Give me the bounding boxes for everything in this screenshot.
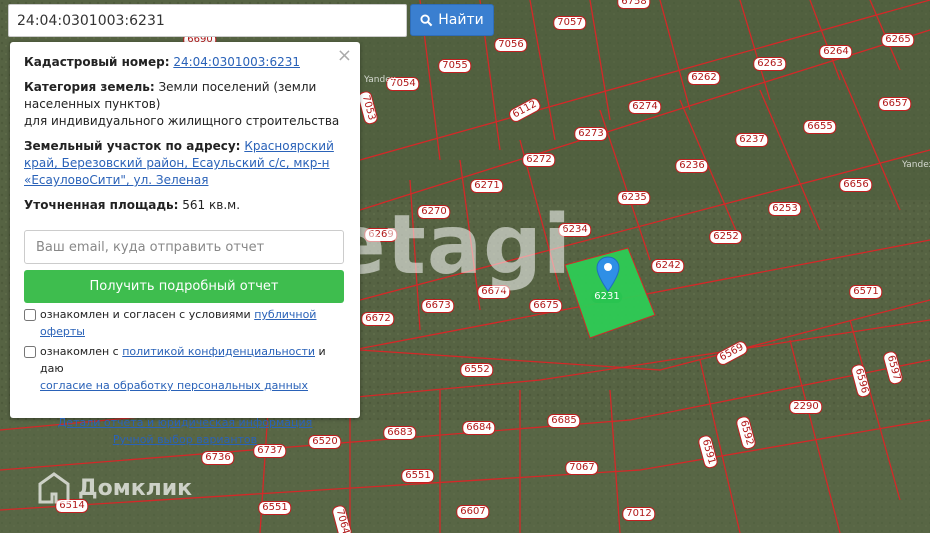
parcel-label[interactable]: 6552 — [460, 363, 494, 377]
parcel-label[interactable]: 6607 — [456, 505, 490, 519]
parcel-label[interactable]: 6252 — [709, 230, 743, 244]
parcel-label[interactable]: 7056 — [494, 38, 528, 52]
privacy-policy-link[interactable]: политикой конфиденциальности — [122, 345, 315, 358]
parcel-label[interactable]: 6551 — [258, 501, 292, 515]
parcel-label[interactable]: 6672 — [361, 312, 395, 326]
privacy-consent-row: ознакомлен с политикой конфиденциальност… — [24, 343, 346, 394]
personal-data-consent-link[interactable]: согласие на обработку персональных данны… — [40, 379, 308, 392]
cadastral-search-input[interactable] — [8, 4, 407, 37]
offer-consent-row: ознакомлен и согласен с условиями публич… — [24, 306, 346, 340]
parcel-label[interactable]: 6242 — [651, 259, 685, 273]
get-report-button[interactable]: Получить подробный отчет — [24, 270, 344, 303]
parcel-label[interactable]: 6657 — [878, 97, 912, 111]
parcel-label[interactable]: 6264 — [819, 45, 853, 59]
parcel-label[interactable]: 6272 — [522, 153, 556, 167]
parcel-label[interactable]: 6235 — [617, 191, 651, 205]
search-icon — [420, 13, 433, 26]
parcel-label[interactable]: 6262 — [687, 71, 721, 85]
parcel-label[interactable]: 6271 — [470, 179, 504, 193]
report-details-link[interactable]: Детали отчета и юридическая информация — [58, 416, 313, 429]
parcel-info-popup: × Кадастровый номер: 24:04:0301003:6231 … — [10, 42, 360, 446]
selected-parcel-label[interactable]: 6231 — [591, 291, 623, 303]
parcel-label[interactable]: 6551 — [401, 469, 435, 483]
parcel-label[interactable]: 6685 — [547, 414, 581, 428]
area-row: Уточненная площадь: 561 кв.м. — [24, 197, 346, 214]
yandex-attribution: Yandex — [364, 75, 396, 85]
parcel-label[interactable]: 7057 — [553, 16, 587, 30]
popup-footer-links: Детали отчета и юридическая информация Р… — [24, 414, 346, 448]
parcel-label[interactable]: 6675 — [529, 299, 563, 313]
location-marker-icon[interactable] — [596, 256, 620, 292]
privacy-consent-text: ознакомлен с — [40, 345, 119, 358]
parcel-label[interactable]: 6673 — [421, 299, 455, 313]
domclick-text: Домклик — [78, 475, 193, 501]
land-usage-value: для индивидуального жилищного строительс… — [24, 114, 340, 128]
cadastral-number-row: Кадастровый номер: 24:04:0301003:6231 — [24, 54, 346, 71]
offer-consent-checkbox[interactable] — [24, 309, 36, 321]
address-label: Земельный участок по адресу: — [24, 139, 241, 153]
parcel-label[interactable]: 6265 — [881, 33, 915, 47]
parcel-label[interactable]: 6273 — [574, 127, 608, 141]
parcel-label[interactable]: 6263 — [753, 57, 787, 71]
parcel-label[interactable]: 6253 — [768, 202, 802, 216]
parcel-label[interactable]: 7067 — [565, 461, 599, 475]
area-label: Уточненная площадь: — [24, 198, 179, 212]
parcel-label[interactable]: 6655 — [803, 120, 837, 134]
parcel-label[interactable]: 6237 — [735, 133, 769, 147]
address-row: Земельный участок по адресу: Красноярски… — [24, 138, 346, 189]
parcel-label[interactable]: 7055 — [438, 59, 472, 73]
land-category-row: Категория земель: Земли поселений (земли… — [24, 79, 346, 130]
close-icon[interactable]: × — [337, 47, 352, 65]
cadastral-number-label: Кадастровый номер: — [24, 55, 170, 69]
parcel-label[interactable]: 6656 — [839, 178, 873, 192]
parcel-label[interactable]: 6236 — [675, 159, 709, 173]
parcel-label[interactable]: 6274 — [628, 100, 662, 114]
cadastral-number-link[interactable]: 24:04:0301003:6231 — [173, 55, 300, 69]
search-button-label: Найти — [438, 12, 484, 28]
parcel-label[interactable]: 6758 — [617, 0, 651, 9]
etagi-watermark: etagi — [330, 198, 572, 293]
parcel-label[interactable]: 6736 — [201, 451, 235, 465]
manual-selection-link[interactable]: Ручной выбор вариантов — [113, 433, 257, 446]
parcel-label[interactable]: 6683 — [383, 426, 417, 440]
parcel-label[interactable]: 2290 — [789, 400, 823, 414]
domclick-logo-icon — [38, 472, 70, 504]
parcel-label[interactable]: 6684 — [462, 421, 496, 435]
offer-consent-text: ознакомлен и согласен с условиями — [40, 308, 251, 321]
domclick-watermark: Домклик — [36, 470, 192, 506]
search-button[interactable]: Найти — [410, 4, 494, 36]
privacy-consent-checkbox[interactable] — [24, 346, 36, 358]
land-category-label: Категория земель: — [24, 80, 155, 94]
yandex-attribution: Yandex — [902, 160, 930, 170]
parcel-label[interactable]: 7012 — [622, 507, 656, 521]
email-field[interactable] — [24, 230, 344, 264]
parcel-label[interactable]: 6571 — [849, 285, 883, 299]
area-value: 561 кв.м. — [182, 198, 241, 212]
